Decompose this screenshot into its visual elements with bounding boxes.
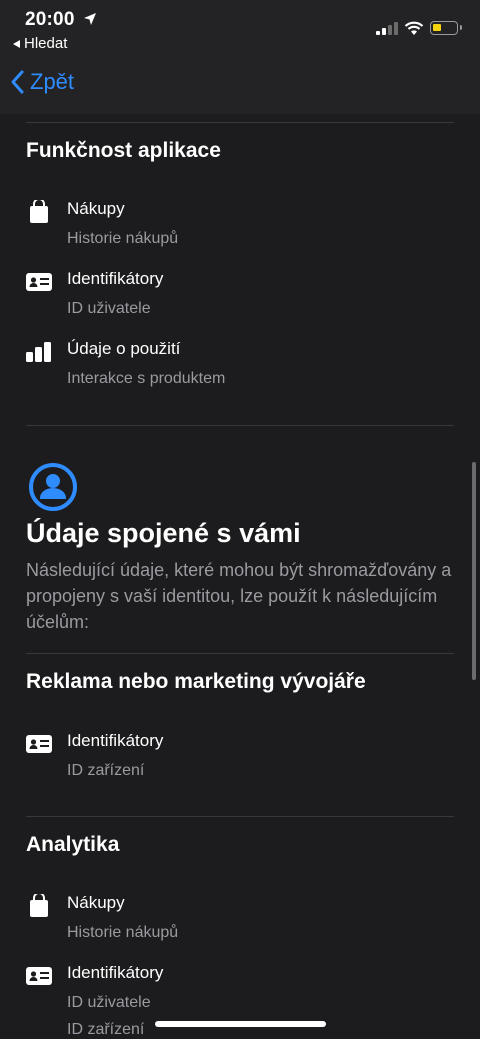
back-to-app-link[interactable]: Hledat [13,35,67,52]
list-item: Údaje o použití Interakce s produktem [26,338,446,398]
divider [26,653,454,654]
item-detail: ID uživatele [67,994,151,1011]
list-item: Identifikátory ID uživatele ID zařízení [26,962,446,1039]
item-detail: ID zařízení [67,762,145,779]
item-label: Identifikátory [67,731,164,750]
chevron-left-icon [11,70,24,94]
bag-icon [30,894,48,917]
item-label: Nákupy [67,199,125,218]
section-title-advertising: Reklama nebo marketing vývojáře [26,670,366,693]
item-detail: Historie nákupů [67,230,179,247]
item-label: Identifikátory [67,269,164,288]
item-label: Identifikátory [67,963,164,982]
id-card-icon [26,273,52,291]
wifi-icon [404,21,424,35]
section-title-analytics: Analytika [26,833,120,856]
section-description: Následující údaje, které mohou být shrom… [26,560,452,632]
divider [26,816,454,817]
bar-chart-icon [26,342,51,362]
list-item: Identifikátory ID zařízení [26,730,446,790]
back-triangle-icon [13,39,20,48]
scrollbar[interactable] [472,462,476,680]
battery-icon [430,21,462,35]
id-card-icon [26,967,52,985]
location-arrow-icon [84,13,96,25]
item-label: Nákupy [67,893,125,912]
item-detail: Interakce s produktem [67,370,226,387]
id-card-icon [26,735,52,753]
back-label: Zpět [30,69,75,94]
back-button[interactable]: Zpět [10,69,74,95]
list-item: Nákupy Historie nákupů [26,892,446,952]
item-detail: Historie nákupů [67,924,179,941]
divider [26,122,454,123]
bag-icon [30,200,48,223]
item-detail: ID uživatele [67,300,151,317]
person-circle-icon [29,463,77,511]
list-item: Identifikátory ID uživatele [26,268,446,328]
divider [26,425,454,426]
page-title: Údaje spojené s vámi [26,518,301,548]
home-indicator[interactable] [155,1021,326,1027]
status-time: 20:00 [25,9,75,30]
item-label: Údaje o použití [67,339,181,358]
section-title-functionality: Funkčnost aplikace [26,139,221,162]
item-detail: ID zařízení [67,1021,145,1038]
list-item: Nákupy Historie nákupů [26,198,446,258]
back-app-label: Hledat [24,35,68,52]
cellular-signal-icon [376,22,398,35]
